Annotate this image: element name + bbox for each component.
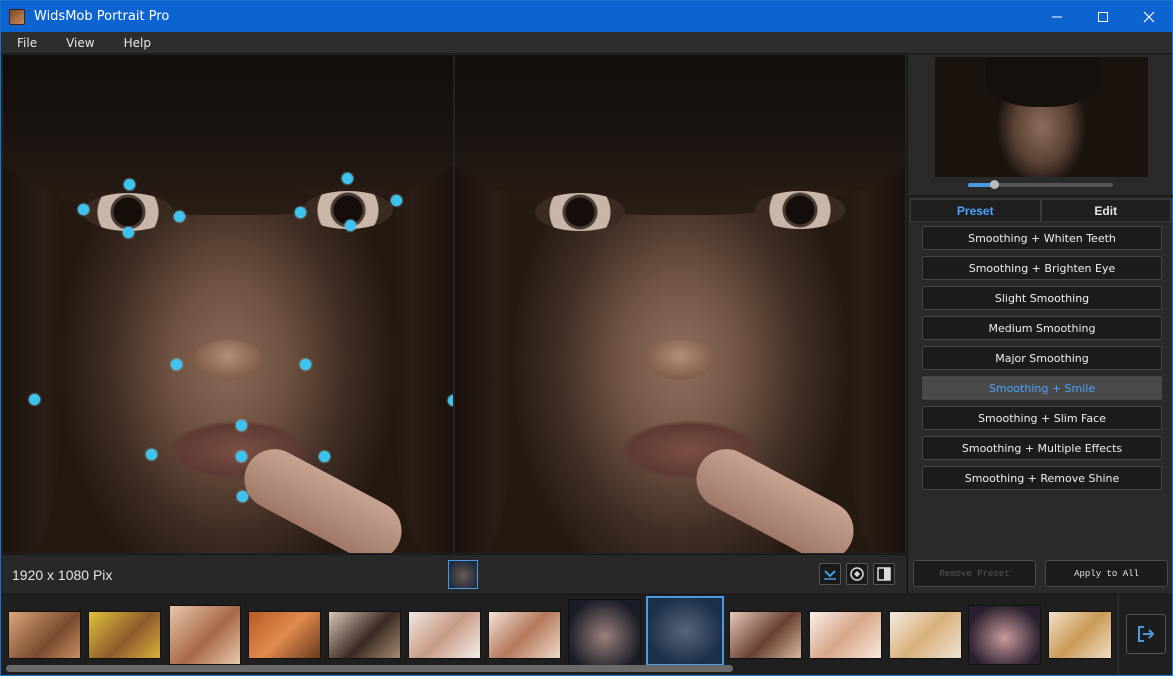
zoom-slider[interactable] (968, 180, 1113, 189)
window-title: WidsMob Portrait Pro (34, 9, 170, 24)
landmark-point[interactable] (236, 420, 247, 431)
preset-list: Smoothing + Whiten Teeth Smoothing + Bri… (922, 226, 1162, 496)
landmark-point[interactable] (78, 204, 89, 215)
tab-preset[interactable]: Preset (910, 199, 1041, 222)
split-view-icon (877, 567, 891, 581)
export-area (1118, 594, 1172, 675)
landmark-point[interactable] (319, 451, 330, 462)
title-bar: WidsMob Portrait Pro (1, 1, 1172, 32)
landmark-point[interactable] (448, 395, 453, 406)
landmark-point[interactable] (123, 227, 134, 238)
film-thumbnail[interactable] (889, 611, 962, 659)
result-photo (455, 55, 905, 553)
split-view-button[interactable] (873, 563, 895, 585)
filmstrip-scrollbar[interactable] (6, 665, 733, 672)
download-button[interactable] (819, 563, 841, 585)
landmark-point[interactable] (237, 491, 248, 502)
film-thumbnail[interactable] (1048, 611, 1112, 659)
filmstrip (2, 594, 1117, 675)
film-thumbnail[interactable] (8, 611, 81, 659)
compare-icon (850, 567, 864, 581)
preset-button[interactable]: Smoothing + Whiten Teeth (922, 226, 1162, 250)
preset-button[interactable]: Medium Smoothing (922, 316, 1162, 340)
remove-preset-button[interactable]: Remove Preset (913, 560, 1036, 587)
export-icon (1138, 626, 1155, 642)
preset-button-selected[interactable]: Smoothing + Smile (922, 376, 1162, 400)
close-button[interactable] (1126, 1, 1172, 32)
close-icon (1143, 11, 1155, 22)
film-thumbnail[interactable] (248, 611, 321, 659)
image-resolution: 1920 x 1080 Pix (12, 567, 113, 583)
tab-edit[interactable]: Edit (1040, 199, 1171, 222)
landmark-point[interactable] (171, 359, 182, 370)
status-bar: 1920 x 1080 Pix (2, 554, 906, 593)
preset-button[interactable]: Major Smoothing (922, 346, 1162, 370)
preset-button[interactable]: Smoothing + Multiple Effects (922, 436, 1162, 460)
preset-button[interactable]: Smoothing + Remove Shine (922, 466, 1162, 490)
preset-button[interactable]: Smoothing + Slim Face (922, 406, 1162, 430)
film-thumbnail[interactable] (328, 611, 401, 659)
film-thumbnail-selected[interactable] (646, 596, 724, 666)
landmark-point[interactable] (174, 211, 185, 222)
film-thumbnail[interactable] (408, 611, 481, 659)
preset-button[interactable]: Smoothing + Brighten Eye (922, 256, 1162, 280)
landmark-point[interactable] (342, 173, 353, 184)
download-icon (824, 570, 836, 580)
landmark-point[interactable] (124, 179, 135, 190)
original-photo[interactable] (3, 55, 453, 553)
app-window: WidsMob Portrait Pro File View Help Pres… (0, 0, 1173, 676)
film-thumbnail[interactable] (968, 605, 1041, 665)
maximize-button[interactable] (1080, 1, 1126, 32)
minimize-button[interactable] (1034, 1, 1080, 32)
apply-to-all-button[interactable]: Apply to All (1045, 560, 1168, 587)
minimize-icon (1052, 16, 1062, 17)
export-button[interactable] (1126, 614, 1166, 654)
landmark-point[interactable] (29, 394, 40, 405)
navigator-preview[interactable] (935, 57, 1148, 177)
maximize-icon (1098, 11, 1108, 22)
panel-tabs: Preset Edit (910, 199, 1171, 222)
zoom-slider-knob[interactable] (990, 180, 1000, 189)
menu-help[interactable]: Help (108, 36, 164, 50)
current-thumbnail[interactable] (448, 560, 478, 589)
landmark-point[interactable] (236, 451, 247, 462)
landmark-point[interactable] (391, 195, 402, 206)
menu-file[interactable]: File (1, 36, 50, 50)
film-thumbnail[interactable] (88, 611, 161, 659)
film-thumbnail[interactable] (488, 611, 561, 659)
landmark-point[interactable] (295, 207, 306, 218)
compare-button[interactable] (846, 563, 868, 585)
landmark-point[interactable] (345, 220, 356, 231)
app-icon (9, 8, 25, 25)
film-thumbnail[interactable] (809, 611, 882, 659)
menu-view[interactable]: View (50, 36, 107, 50)
landmark-point[interactable] (300, 359, 311, 370)
right-panel: Preset Edit Smoothing + Whiten Teeth Smo… (907, 55, 1173, 593)
film-thumbnail[interactable] (568, 599, 641, 667)
film-thumbnail[interactable] (729, 611, 802, 659)
film-thumbnail[interactable] (169, 605, 241, 665)
menu-bar: File View Help (1, 32, 1172, 54)
preset-button[interactable]: Slight Smoothing (922, 286, 1162, 310)
landmark-point[interactable] (146, 449, 157, 460)
